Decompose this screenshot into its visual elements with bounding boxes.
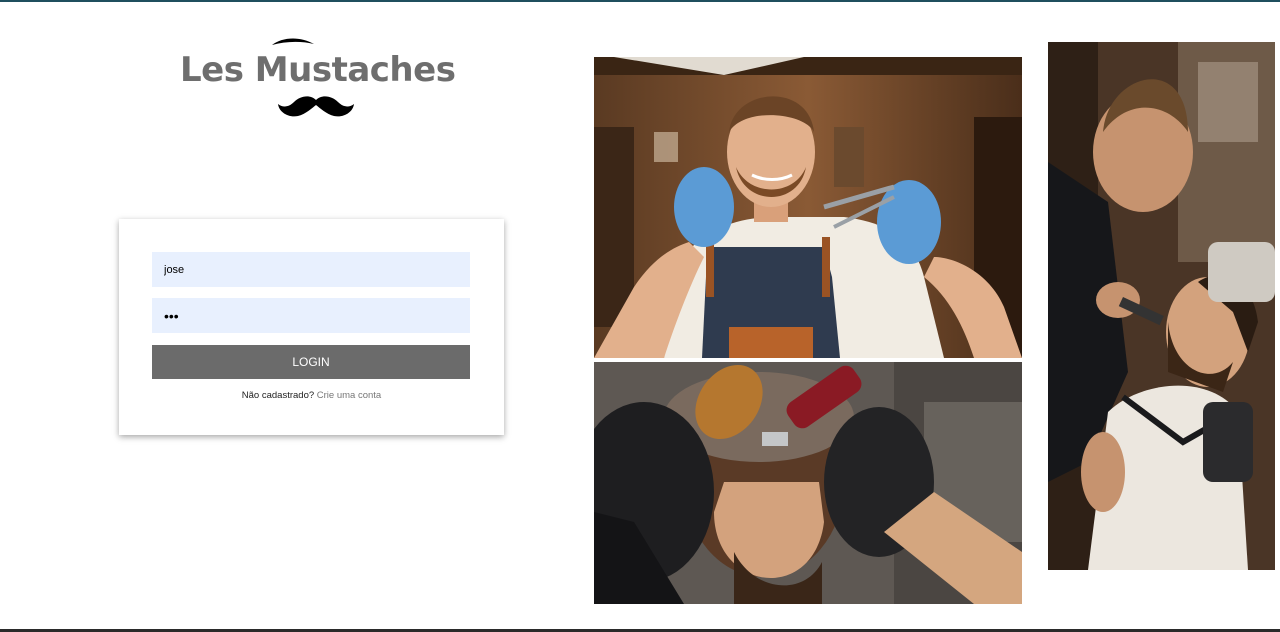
brand-logo: Les Mustaches bbox=[180, 36, 462, 122]
signup-line: Não cadastrado? Crie uma conta bbox=[119, 390, 504, 401]
mustache-icon bbox=[278, 96, 354, 117]
login-button[interactable]: LOGIN bbox=[152, 345, 470, 379]
username-input[interactable] bbox=[152, 252, 470, 287]
barber-with-scissors-photo bbox=[594, 57, 1022, 358]
signup-link[interactable]: Crie uma conta bbox=[317, 390, 381, 401]
haircut-with-clippers-photo bbox=[594, 362, 1022, 604]
login-card: LOGIN Não cadastrado? Crie uma conta bbox=[119, 219, 504, 435]
brand-name: Les Mustaches bbox=[180, 50, 456, 90]
login-page: Les Mustaches LOGIN Não cadastrado? Crie… bbox=[0, 0, 1280, 632]
eyebrow-icon bbox=[272, 38, 314, 45]
top-border bbox=[0, 0, 1280, 2]
signup-prompt: Não cadastrado? bbox=[241, 390, 315, 401]
beard-trim-photo bbox=[1048, 42, 1275, 570]
password-input[interactable] bbox=[152, 298, 470, 333]
